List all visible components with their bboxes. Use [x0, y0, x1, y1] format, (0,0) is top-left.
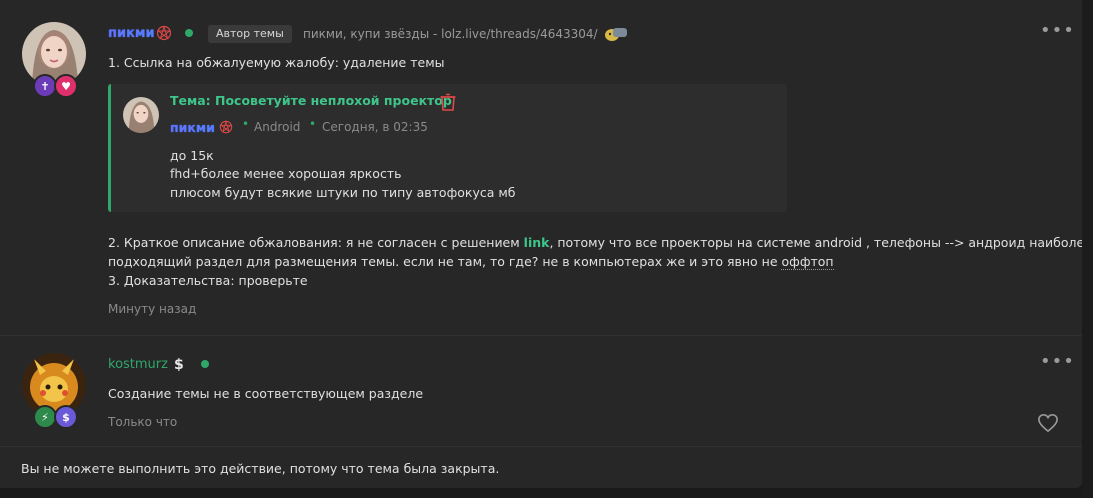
post-line-2: 2. Краткое описание обжалования: я не со… — [108, 233, 1092, 252]
currency-icon: $ — [174, 357, 184, 373]
post-time[interactable]: Только что — [108, 415, 177, 429]
thread-panel: ✝ ♥ пикми Автор темы пикми, купи звёзды … — [0, 0, 1092, 488]
avatar[interactable] — [22, 353, 86, 417]
term-tooltip[interactable]: оффтоп — [781, 254, 834, 270]
post-2: ⚡ $ kostmurz $ ••• Создание темы не в со… — [0, 335, 1082, 445]
line-text: , потому что все проекторы на системе an… — [549, 235, 1092, 250]
line-text: подходящий раздел для размещения темы. е… — [108, 254, 782, 269]
footer-divider — [0, 446, 1082, 447]
post-time[interactable]: Минуту назад — [108, 302, 196, 316]
inline-link[interactable]: link — [524, 235, 550, 250]
separator-dot: • — [309, 117, 317, 131]
user-status: пикми, купи звёзды - lolz.live/threads/4… — [303, 27, 598, 41]
post-line-4: 3. Доказательства: проверьте — [108, 273, 308, 288]
quote-line: до 15к — [170, 148, 214, 163]
dollar-badge-icon: $ — [54, 405, 78, 429]
sticker-icon — [605, 28, 627, 41]
username[interactable]: kostmurz — [108, 357, 168, 372]
quote-time: Сегодня, в 02:35 — [322, 120, 428, 134]
post-line-3: подходящий раздел для размещения темы. е… — [108, 252, 834, 271]
separator-dot: • — [242, 117, 250, 131]
quote-avatar[interactable] — [123, 97, 159, 133]
online-indicator — [185, 29, 193, 37]
quote-block: Тема: Посоветуйте неплохой проектор пикм… — [108, 84, 787, 212]
closed-thread-notice: Вы не можете выполнить это действие, пот… — [21, 461, 500, 476]
heart-icon[interactable] — [1037, 413, 1059, 433]
page-background — [1082, 0, 1093, 498]
quote-line: плюсом будут всякие штуки по типу автофо… — [170, 185, 516, 200]
line-text: 2. Краткое описание обжалования: я не со… — [108, 235, 524, 250]
more-options-button[interactable]: ••• — [1040, 353, 1075, 371]
more-options-button[interactable]: ••• — [1040, 22, 1075, 40]
username[interactable]: пикми — [108, 26, 155, 41]
trash-icon[interactable] — [439, 92, 457, 112]
quote-platform: Android — [254, 120, 301, 134]
online-indicator — [201, 360, 209, 368]
quote-title[interactable]: Тема: Посоветуйте неплохой проектор — [170, 93, 452, 108]
post-line-1: 1. Ссылка на обжалуемую жалобу: удаление… — [108, 55, 445, 70]
quote-username[interactable]: пикми — [170, 120, 215, 135]
heart-badge-icon: ♥ — [54, 74, 78, 98]
avatar[interactable] — [22, 22, 86, 86]
pentagram-icon — [156, 25, 172, 41]
pentagram-icon — [219, 120, 233, 134]
quote-line: fhd+более менее хорошая яркость — [170, 166, 402, 181]
post-text: Создание темы не в соответствующем разде… — [108, 386, 424, 401]
post-1: ✝ ♥ пикми Автор темы пикми, купи звёзды … — [0, 0, 1092, 330]
author-tag: Автор темы — [208, 25, 292, 43]
